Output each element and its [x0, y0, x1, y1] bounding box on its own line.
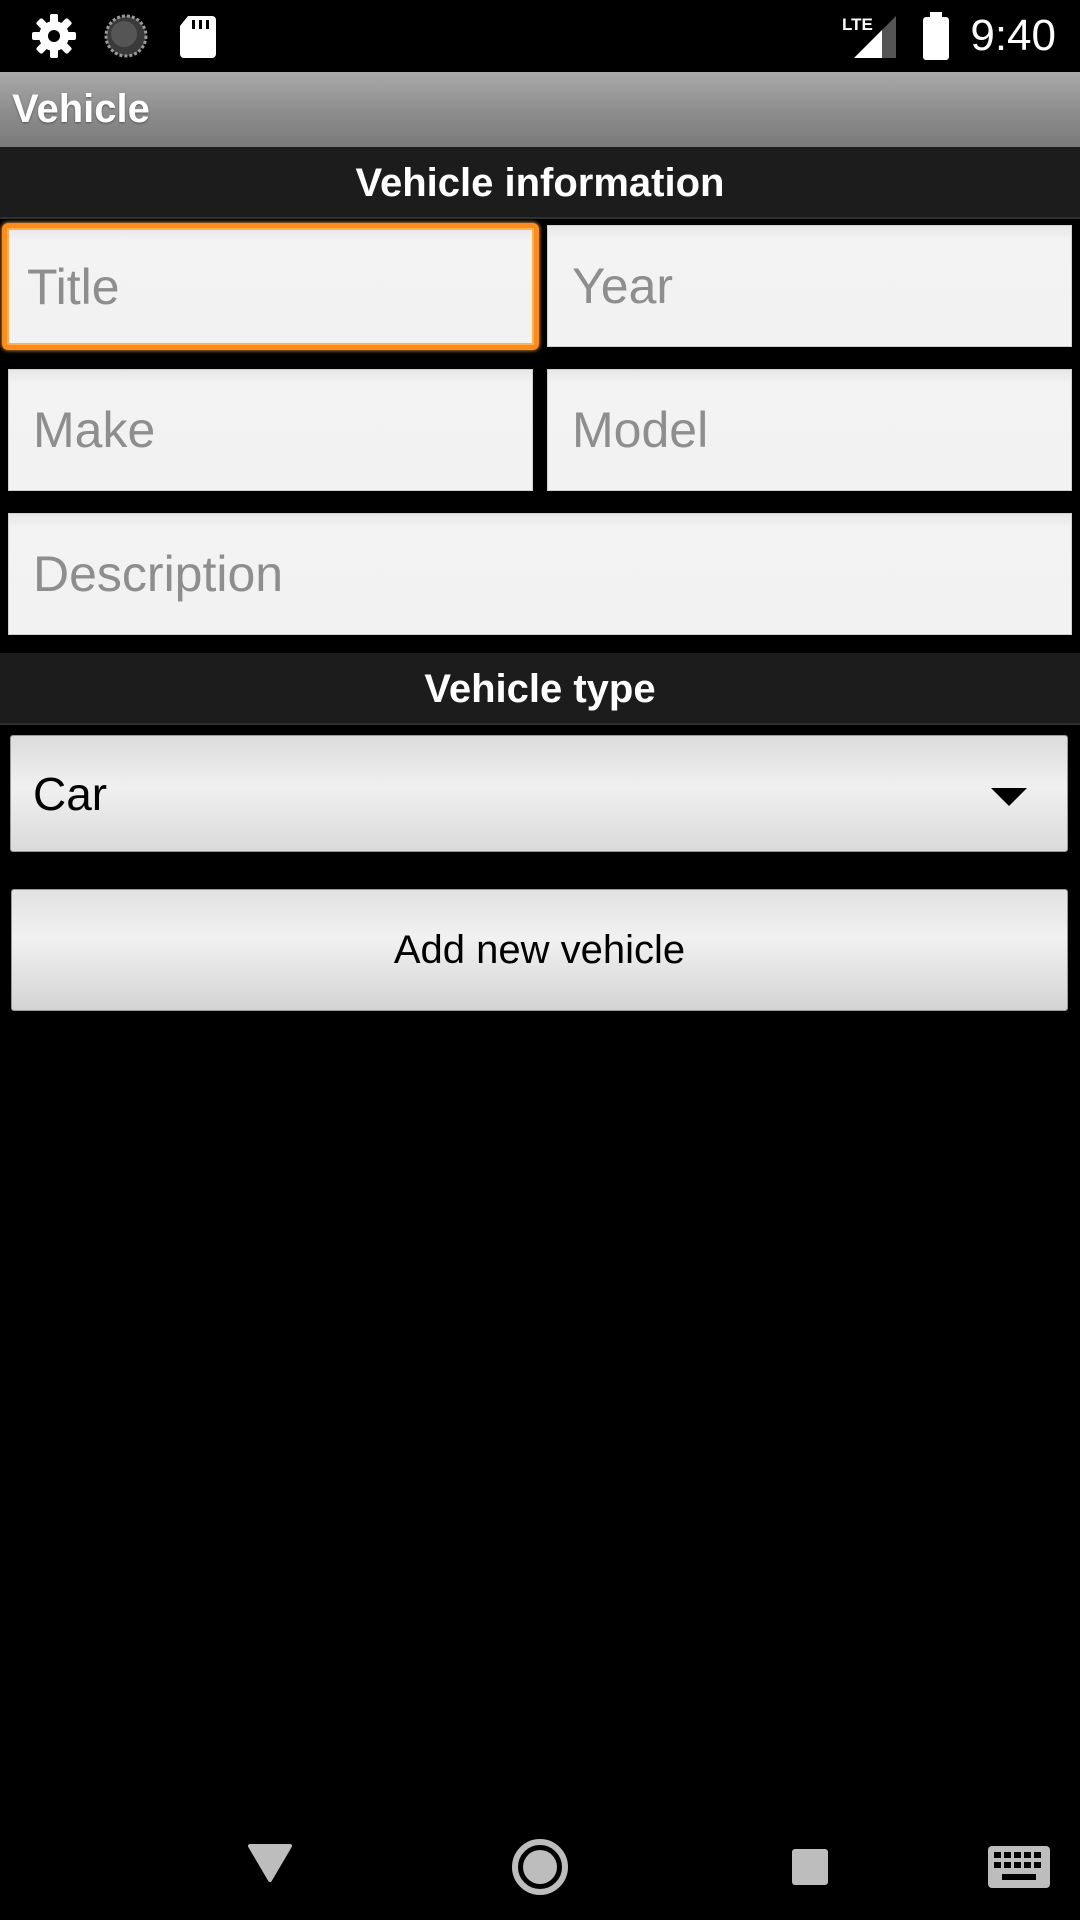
year-placeholder: Year: [572, 258, 674, 314]
keyboard-icon[interactable]: [980, 1820, 1070, 1900]
vehicle-information-header: Vehicle information: [0, 147, 1080, 219]
description-field[interactable]: Description: [8, 513, 1072, 635]
battery-icon: [920, 12, 952, 60]
gear-icon: [30, 12, 78, 60]
vehicle-type-dropdown[interactable]: Car: [10, 735, 1068, 852]
home-icon[interactable]: [500, 1820, 580, 1900]
sync-icon: [102, 12, 150, 60]
svg-text:LTE: LTE: [842, 15, 873, 34]
add-new-vehicle-label: Add new vehicle: [393, 927, 686, 972]
action-bar: Vehicle: [0, 72, 1080, 147]
description-placeholder: Description: [33, 546, 284, 602]
navigation-bar: [0, 1800, 1080, 1920]
app-title: Vehicle: [12, 87, 150, 131]
status-time: 9:40: [970, 11, 1056, 60]
lte-signal-icon: LTE: [840, 12, 902, 60]
vehicle-type-header: Vehicle type: [0, 653, 1080, 725]
year-field[interactable]: Year: [547, 225, 1072, 347]
add-new-vehicle-button[interactable]: Add new vehicle: [11, 889, 1068, 1011]
model-placeholder: Model: [572, 402, 709, 458]
model-field[interactable]: Model: [547, 369, 1072, 491]
make-field[interactable]: Make: [8, 369, 533, 491]
back-icon[interactable]: [230, 1820, 310, 1900]
make-placeholder: Make: [33, 402, 156, 458]
chevron-down-icon: [991, 788, 1027, 806]
title-placeholder: Title: [27, 258, 120, 315]
vehicle-type-selected: Car: [33, 767, 108, 820]
title-field[interactable]: Title: [2, 223, 539, 350]
status-bar: LTE 9:40: [0, 0, 1080, 72]
recents-icon[interactable]: [770, 1820, 850, 1900]
screen: LTE 9:40 Vehicle Vehicle information Tit…: [0, 0, 1080, 1920]
sd-card-icon: [174, 12, 222, 60]
